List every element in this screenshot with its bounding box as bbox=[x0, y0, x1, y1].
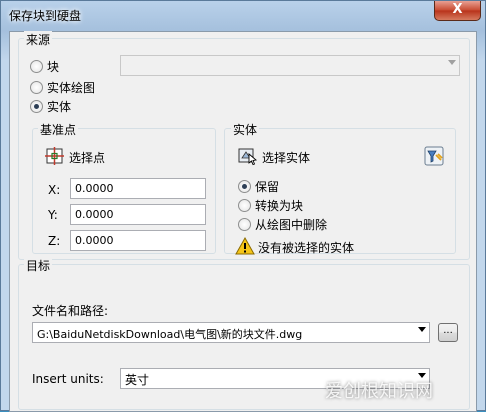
select-entity-label[interactable]: 选择实体 bbox=[262, 149, 310, 166]
radio-block-label: 块 bbox=[47, 59, 60, 74]
close-button[interactable]: X bbox=[434, 1, 481, 21]
radio-entity-drawing-label: 实体绘图 bbox=[47, 80, 96, 95]
title-bar[interactable]: 保存块到硬盘 X bbox=[1, 1, 485, 31]
browse-button[interactable]: ... bbox=[438, 323, 458, 342]
radio-convert-to-block-indicator[interactable] bbox=[238, 198, 251, 212]
pick-point-label[interactable]: 选择点 bbox=[69, 149, 105, 166]
target-group-label: 目标 bbox=[24, 257, 53, 274]
chevron-down-icon[interactable] bbox=[448, 60, 456, 65]
radio-delete-from-drawing-indicator[interactable] bbox=[238, 217, 251, 231]
path-combo[interactable]: G:\BaiduNetdiskDownload\电气图\新的块文件.dwg bbox=[32, 322, 430, 343]
x-field[interactable]: 0.0000 bbox=[70, 178, 206, 199]
no-selection-warning: 没有被选择的实体 bbox=[258, 241, 355, 255]
base-point-group-label: 基准点 bbox=[38, 121, 79, 138]
block-name-combo[interactable] bbox=[120, 55, 460, 76]
select-entity-icon[interactable] bbox=[238, 146, 258, 166]
entity-group-label: 实体 bbox=[231, 121, 260, 138]
units-combo-value: 英寸 bbox=[125, 373, 150, 387]
units-label: Insert units: bbox=[32, 372, 104, 386]
radio-convert-to-block[interactable]: 转换为块 bbox=[238, 197, 303, 213]
warning-icon bbox=[235, 236, 255, 256]
radio-entity[interactable]: 实体 bbox=[30, 98, 71, 114]
radio-retain-label: 保留 bbox=[255, 179, 280, 194]
radio-entity-label: 实体 bbox=[47, 99, 72, 114]
z-field[interactable]: 0.0000 bbox=[70, 230, 206, 251]
dialog-body: 来源 块 实体绘图 实体 基准点 选择点 X: 0.0000 Y: 0.0000… bbox=[9, 31, 477, 412]
radio-convert-to-block-label: 转换为块 bbox=[255, 198, 304, 213]
pick-point-icon[interactable] bbox=[45, 146, 65, 166]
y-label: Y: bbox=[48, 208, 58, 222]
dialog-window: 保存块到硬盘 X 来源 块 实体绘图 实体 基准点 选择点 X: 0.0000 … bbox=[0, 0, 486, 412]
radio-delete-from-drawing[interactable]: 从绘图中删除 bbox=[238, 216, 327, 232]
radio-entity-drawing-indicator[interactable] bbox=[30, 80, 43, 94]
x-label: X: bbox=[48, 183, 61, 197]
radio-block[interactable]: 块 bbox=[30, 58, 59, 74]
filter-icon[interactable] bbox=[424, 146, 444, 166]
radio-delete-from-drawing-label: 从绘图中删除 bbox=[255, 217, 328, 232]
path-label: 文件名和路径: bbox=[32, 304, 109, 318]
z-label: Z: bbox=[48, 234, 61, 248]
y-field[interactable]: 0.0000 bbox=[70, 204, 206, 225]
radio-retain[interactable]: 保留 bbox=[238, 178, 279, 194]
chevron-down-icon[interactable] bbox=[418, 327, 426, 332]
radio-entity-drawing[interactable]: 实体绘图 bbox=[30, 79, 95, 95]
source-group-label: 来源 bbox=[24, 31, 53, 48]
path-combo-value: G:\BaiduNetdiskDownload\电气图\新的块文件.dwg bbox=[37, 328, 303, 341]
radio-retain-indicator[interactable] bbox=[238, 179, 251, 193]
watermark: 爱创根知识网 bbox=[325, 381, 433, 402]
window-title: 保存块到硬盘 bbox=[9, 9, 82, 23]
radio-block-indicator[interactable] bbox=[30, 59, 43, 73]
radio-entity-indicator[interactable] bbox=[30, 99, 43, 113]
